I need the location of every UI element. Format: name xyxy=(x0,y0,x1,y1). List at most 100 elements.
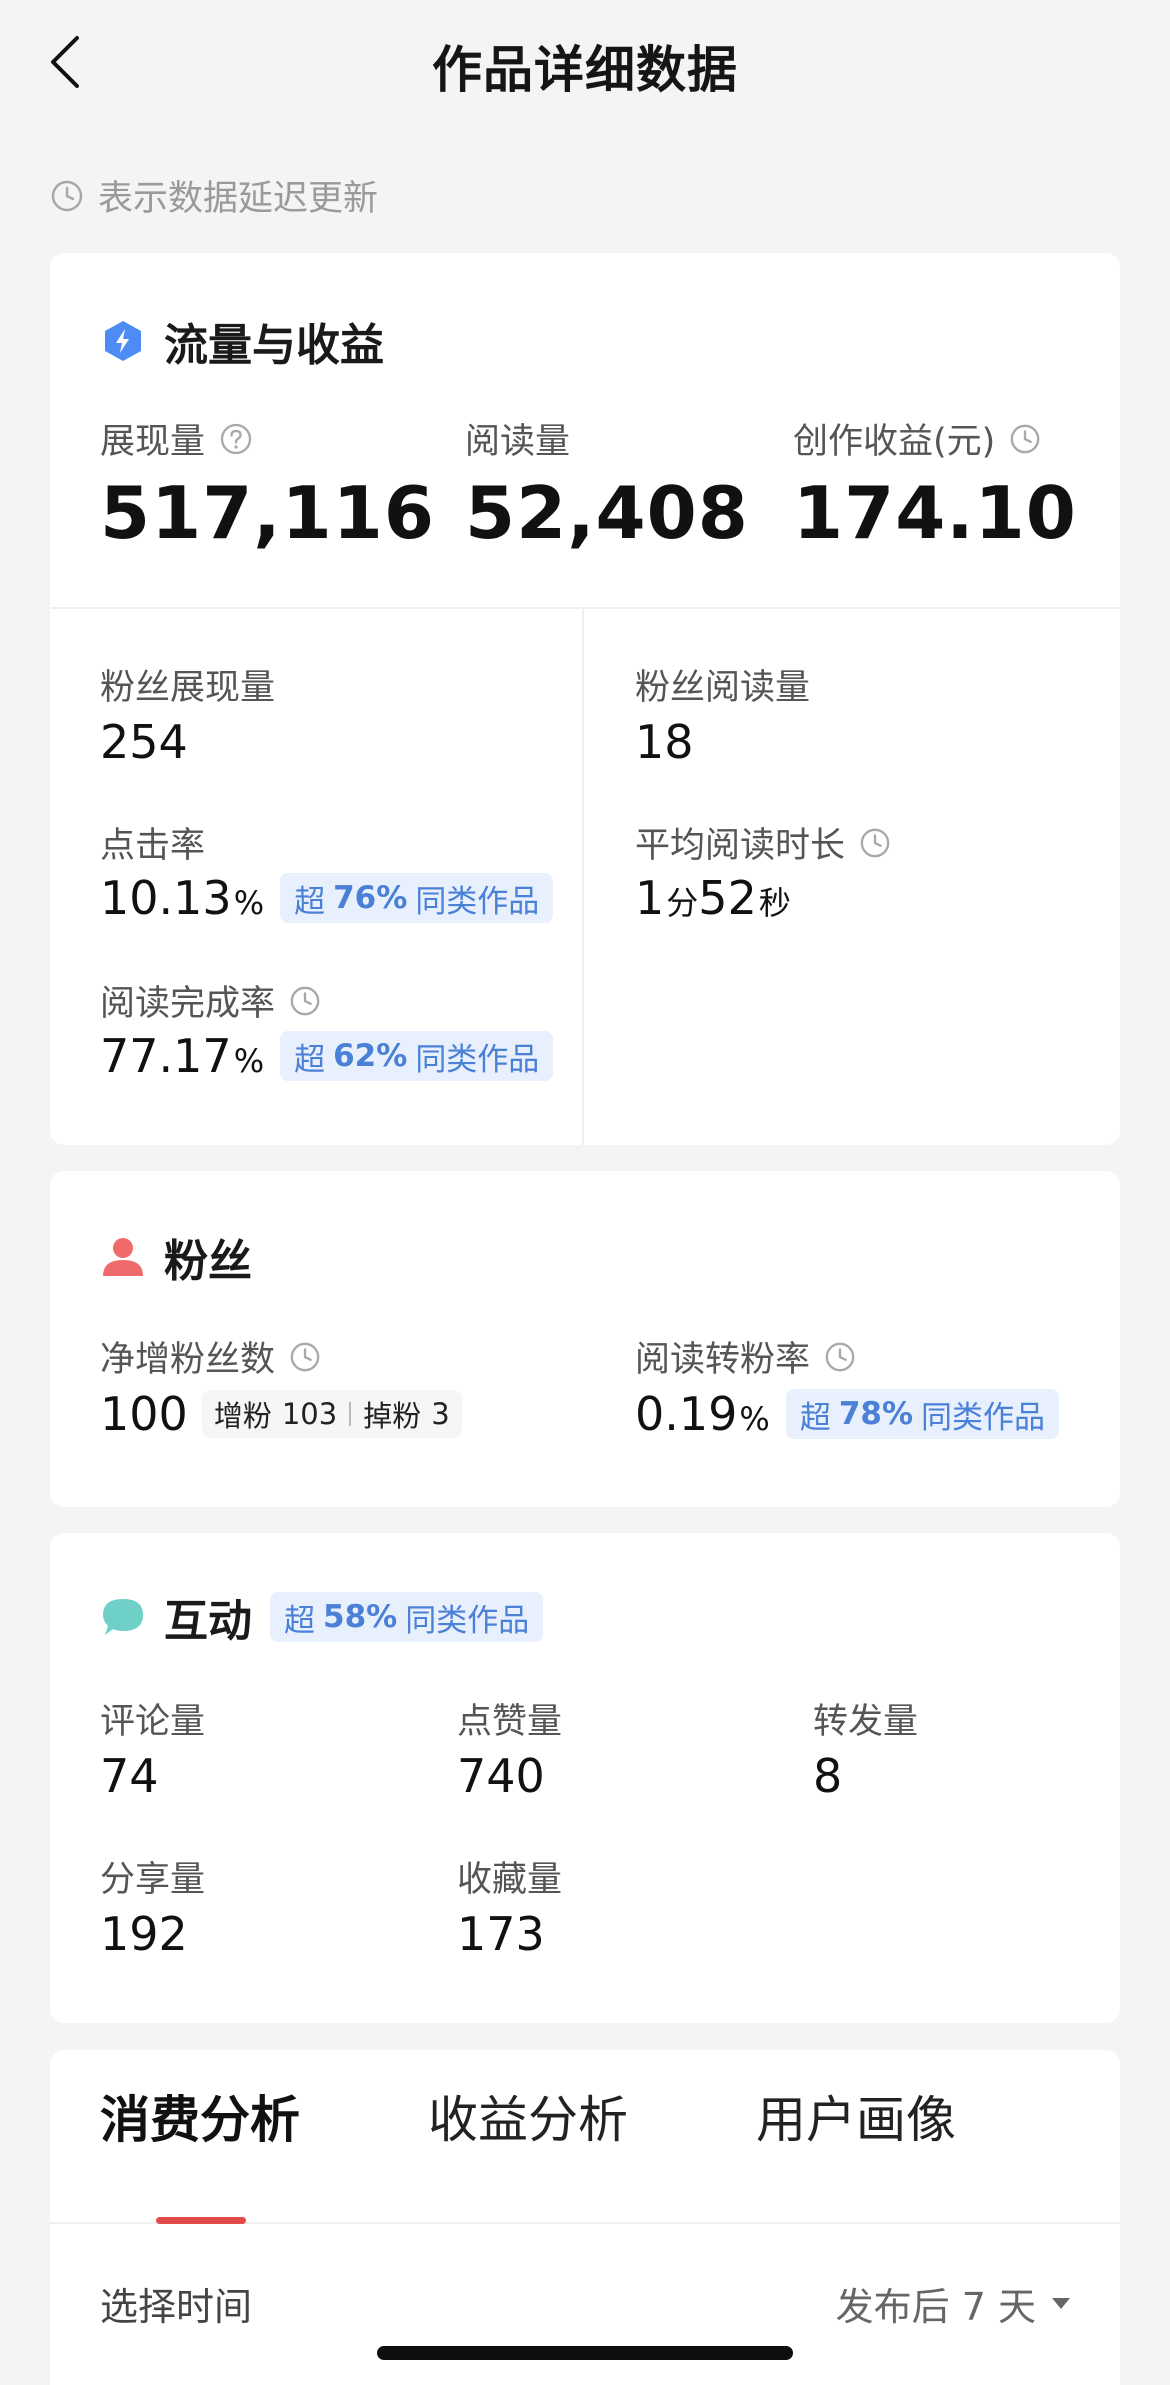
reposts-value: 8 xyxy=(813,1749,842,1803)
fan-impressions-label: 粉丝展现量 xyxy=(100,668,276,708)
likes-number: 740 xyxy=(457,1749,545,1803)
tab-earnings-analysis[interactable]: 收益分析 xyxy=(428,2080,628,2152)
impressions-value: 517,116 xyxy=(100,471,435,555)
fan-impressions-value: 254 xyxy=(100,715,188,769)
fan-reads-number: 18 xyxy=(635,715,694,769)
conversion-label: 阅读转粉率 xyxy=(635,1331,856,1382)
shares-value: 192 xyxy=(100,1907,188,1961)
clock-icon xyxy=(290,986,320,1015)
gain-label: 增粉 xyxy=(213,1399,272,1433)
time-range-dropdown[interactable]: 发布后 7 天 xyxy=(836,2276,1070,2331)
traffic-header: 流量与收益 xyxy=(100,309,384,373)
comments-value: 74 xyxy=(100,1749,159,1803)
avg-read-label: 平均阅读时长 xyxy=(635,817,891,868)
conversion-badge: 超 78% 同类作品 xyxy=(785,1389,1060,1439)
earnings-label: 创作收益(元) xyxy=(793,413,1041,464)
avg-read-seconds: 52 xyxy=(698,871,757,925)
likes-value: 740 xyxy=(457,1749,545,1803)
fans-card: 粉丝 净增粉丝数 100 增粉 103 掉粉 3 阅读转粉率 0.19 % 超 … xyxy=(50,1171,1120,1507)
completion-label-text: 阅读完成率 xyxy=(100,984,276,1024)
badge-suffix: 同类作品 xyxy=(405,1602,530,1639)
ctr-label: 点击率 xyxy=(100,826,206,866)
badge-percent: 58% xyxy=(323,1599,398,1635)
clock-icon xyxy=(860,828,890,857)
net-fans-number: 100 xyxy=(100,1387,188,1441)
badge-prefix: 超 xyxy=(294,1041,326,1078)
reposts-number: 8 xyxy=(813,1749,843,1803)
lightning-icon xyxy=(105,321,141,361)
avg-read-minutes-unit: 分 xyxy=(666,884,699,922)
reads-label: 阅读量 xyxy=(465,413,570,464)
earnings-label-text: 创作收益(元) xyxy=(793,422,996,462)
header: 作品详细数据 xyxy=(0,0,1170,128)
completion-label: 阅读完成率 xyxy=(100,975,321,1026)
badge-percent: 78% xyxy=(838,1396,914,1432)
completion-unit: % xyxy=(233,1042,265,1080)
conversion-label-text: 阅读转粉率 xyxy=(635,1340,811,1380)
completion-number: 77.17 xyxy=(100,1029,232,1083)
traffic-title: 流量与收益 xyxy=(164,320,384,371)
chat-bubble-icon xyxy=(103,1599,143,1635)
fan-change-detail: 增粉 103 掉粉 3 xyxy=(201,1390,462,1438)
caret-down-icon xyxy=(1052,2298,1070,2309)
avg-read-label-text: 平均阅读时长 xyxy=(635,826,846,866)
interaction-title: 互动 xyxy=(164,1596,252,1647)
ctr-number: 10.13 xyxy=(100,871,232,925)
likes-label: 点赞量 xyxy=(457,1702,563,1742)
fans-header: 粉丝 xyxy=(100,1225,252,1289)
net-fans-label: 净增粉丝数 xyxy=(100,1331,321,1382)
active-tab-indicator xyxy=(156,2217,246,2224)
badge-percent: 76% xyxy=(333,880,408,916)
clock-icon xyxy=(1010,424,1040,453)
badge-prefix: 超 xyxy=(284,1602,315,1639)
ctr-value: 10.13 % 超 76% 同类作品 xyxy=(100,871,554,925)
badge-prefix: 超 xyxy=(799,1399,831,1436)
select-time-label: 选择时间 xyxy=(100,2285,253,2329)
reads-value: 52,408 xyxy=(465,471,749,555)
avg-read-value: 1 分 52 秒 xyxy=(635,871,791,925)
home-indicator[interactable] xyxy=(377,2346,793,2360)
reads-label-text: 阅读量 xyxy=(465,422,571,462)
badge-suffix: 同类作品 xyxy=(921,1399,1046,1436)
help-icon[interactable] xyxy=(219,422,253,456)
traffic-card: 流量与收益 展现量 517,116 阅读量 52,408 创作收益(元) 174… xyxy=(50,253,1120,1145)
page-title: 作品详细数据 xyxy=(432,41,738,99)
fan-impressions-number: 254 xyxy=(100,715,188,769)
net-fans-value: 100 增粉 103 掉粉 3 xyxy=(100,1387,462,1441)
favorites-number: 173 xyxy=(457,1907,545,1961)
reposts-label: 转发量 xyxy=(813,1702,919,1742)
comments-label: 评论量 xyxy=(100,1702,206,1742)
divider-vertical xyxy=(582,609,584,1145)
shares-number: 192 xyxy=(100,1907,188,1961)
completion-value: 77.17 % 超 62% 同类作品 xyxy=(100,1029,554,1083)
earnings-value: 174.10 xyxy=(793,471,1077,555)
conversion-value: 0.19 % 超 78% 同类作品 xyxy=(635,1387,1060,1441)
favorites-value: 173 xyxy=(457,1907,545,1961)
interaction-badge: 超 58% 同类作品 xyxy=(270,1592,544,1642)
delay-note-text: 表示数据延迟更新 xyxy=(98,179,379,219)
badge-prefix: 超 xyxy=(294,883,326,920)
favorites-label: 收藏量 xyxy=(457,1860,563,1900)
completion-badge: 超 62% 同类作品 xyxy=(280,1031,554,1081)
clock-icon xyxy=(290,1342,320,1371)
loss-value: 3 xyxy=(431,1397,450,1431)
tab-user-profile[interactable]: 用户画像 xyxy=(756,2080,956,2152)
time-range-value: 发布后 7 天 xyxy=(835,2285,1036,2329)
avg-read-minutes: 1 xyxy=(635,871,665,925)
page: 作品详细数据 表示数据延迟更新 流量与收益 展现量 517,116 阅读量 52… xyxy=(0,0,1170,2385)
badge-suffix: 同类作品 xyxy=(415,1041,540,1078)
tab-consumption-analysis[interactable]: 消费分析 xyxy=(100,2080,300,2152)
person-icon xyxy=(103,1238,143,1276)
impressions-label-text: 展现量 xyxy=(100,422,206,462)
avg-read-seconds-unit: 秒 xyxy=(758,884,791,922)
fan-reads-label: 粉丝阅读量 xyxy=(635,668,811,708)
clock-icon xyxy=(51,180,83,211)
conversion-unit: % xyxy=(739,1400,770,1438)
comments-number: 74 xyxy=(100,1749,159,1803)
fans-title: 粉丝 xyxy=(164,1236,252,1287)
ctr-unit: % xyxy=(233,884,265,922)
gain-value: 103 xyxy=(281,1397,338,1431)
delay-note: 表示数据延迟更新 xyxy=(50,170,378,221)
badge-suffix: 同类作品 xyxy=(415,883,540,920)
impressions-label: 展现量 xyxy=(100,413,253,464)
